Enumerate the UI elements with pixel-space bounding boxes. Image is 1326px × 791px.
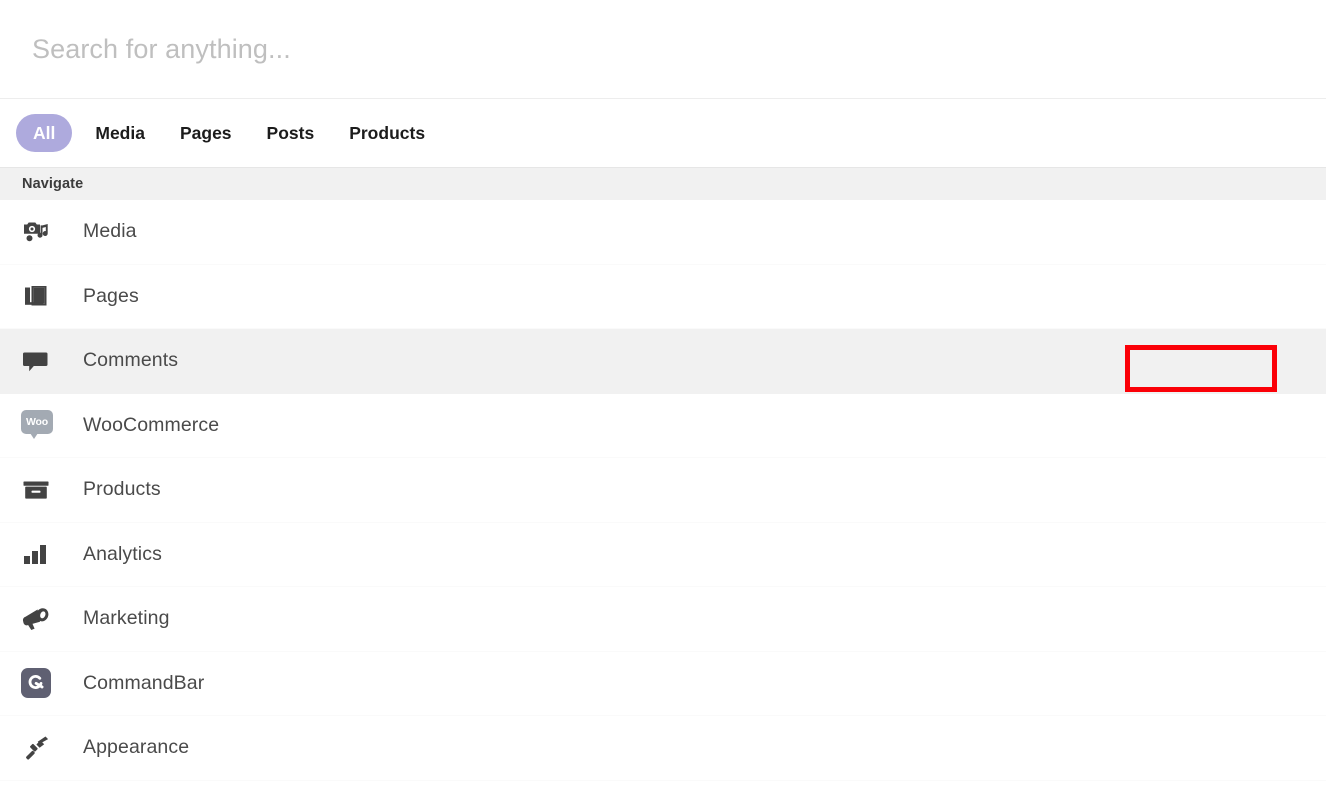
marketing-megaphone-icon	[21, 604, 61, 634]
woocommerce-icon: Woo	[21, 410, 61, 440]
result-label: Media	[83, 220, 137, 243]
result-row-analytics[interactable]: Analytics	[0, 522, 1326, 587]
result-label: Appearance	[83, 736, 190, 759]
category-tabs: All Media Pages Posts Products	[0, 99, 1326, 168]
section-header-navigate: Navigate	[0, 168, 1326, 200]
results-list: Media Pages Comments Woo WooCommerce Pro…	[0, 200, 1326, 781]
tab-products[interactable]: Products	[337, 114, 437, 152]
tab-media[interactable]: Media	[83, 114, 157, 152]
products-box-icon	[21, 475, 61, 505]
commandbar-logo-icon	[21, 668, 61, 699]
result-row-commandbar[interactable]: CommandBar	[0, 651, 1326, 716]
result-row-media[interactable]: Media	[0, 200, 1326, 265]
section-header-label: Navigate	[22, 176, 84, 192]
result-label: Comments	[83, 349, 179, 372]
result-row-products[interactable]: Products	[0, 458, 1326, 523]
result-label: CommandBar	[83, 671, 205, 694]
tab-posts[interactable]: Posts	[255, 114, 327, 152]
pages-stack-icon	[21, 281, 61, 311]
analytics-bars-icon	[21, 539, 61, 569]
tab-pages[interactable]: Pages	[168, 114, 244, 152]
result-label: Analytics	[83, 542, 162, 565]
commandbar-palette: All Media Pages Posts Products Navigate …	[0, 0, 1326, 791]
result-label: WooCommerce	[83, 413, 220, 436]
result-row-woocommerce[interactable]: Woo WooCommerce	[0, 393, 1326, 458]
media-camera-note-icon	[21, 217, 61, 247]
woocommerce-icon-label: Woo	[21, 410, 53, 435]
result-row-appearance[interactable]: Appearance	[0, 716, 1326, 781]
search-bar	[0, 0, 1326, 99]
result-label: Marketing	[83, 607, 170, 630]
result-label: Products	[83, 478, 161, 501]
woocommerce-icon-tail	[30, 433, 38, 440]
appearance-brush-icon	[21, 733, 61, 763]
result-row-marketing[interactable]: Marketing	[0, 587, 1326, 652]
search-input[interactable]	[32, 25, 1304, 73]
result-row-comments[interactable]: Comments	[0, 329, 1326, 394]
comment-bubble-icon	[21, 346, 61, 376]
result-label: Pages	[83, 284, 139, 307]
result-row-pages[interactable]: Pages	[0, 264, 1326, 329]
tab-all[interactable]: All	[16, 114, 73, 152]
